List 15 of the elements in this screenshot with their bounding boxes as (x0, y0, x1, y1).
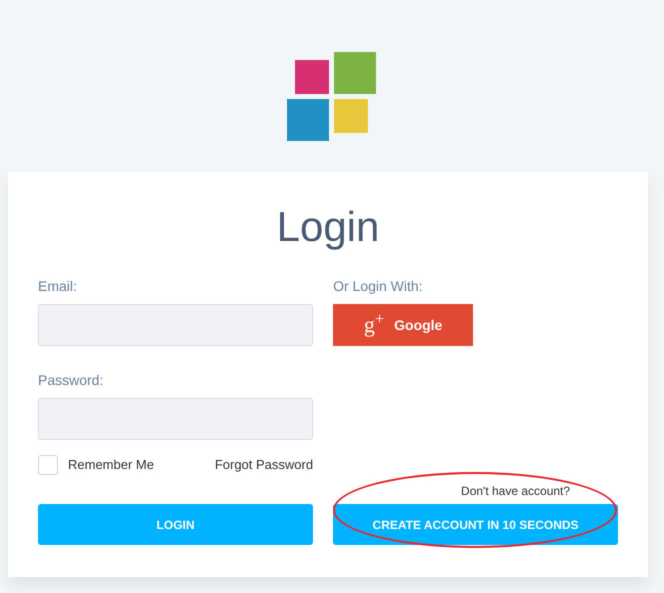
email-field[interactable] (38, 304, 314, 346)
password-label: Password: (38, 372, 104, 388)
email-label: Email: (38, 278, 77, 294)
logo-icon (287, 52, 377, 142)
login-title: Login (276, 202, 380, 252)
google-plus-icon: g$^{+}$ (364, 314, 384, 336)
remember-checkbox[interactable] (38, 455, 58, 475)
forgot-password-link[interactable]: Forgot Password (214, 455, 314, 475)
google-button[interactable]: g$^{+}$ Google (333, 304, 474, 346)
signup-hint: Don't have account? (461, 483, 570, 500)
remember-label: Remember Me (68, 456, 154, 474)
social-login-label: Or Login With: (333, 278, 423, 294)
create-account-button[interactable]: CREATE ACCOUNT IN 10 SECONDS (333, 504, 618, 545)
login-button[interactable]: LOGIN (38, 504, 314, 545)
password-field[interactable] (38, 398, 314, 440)
